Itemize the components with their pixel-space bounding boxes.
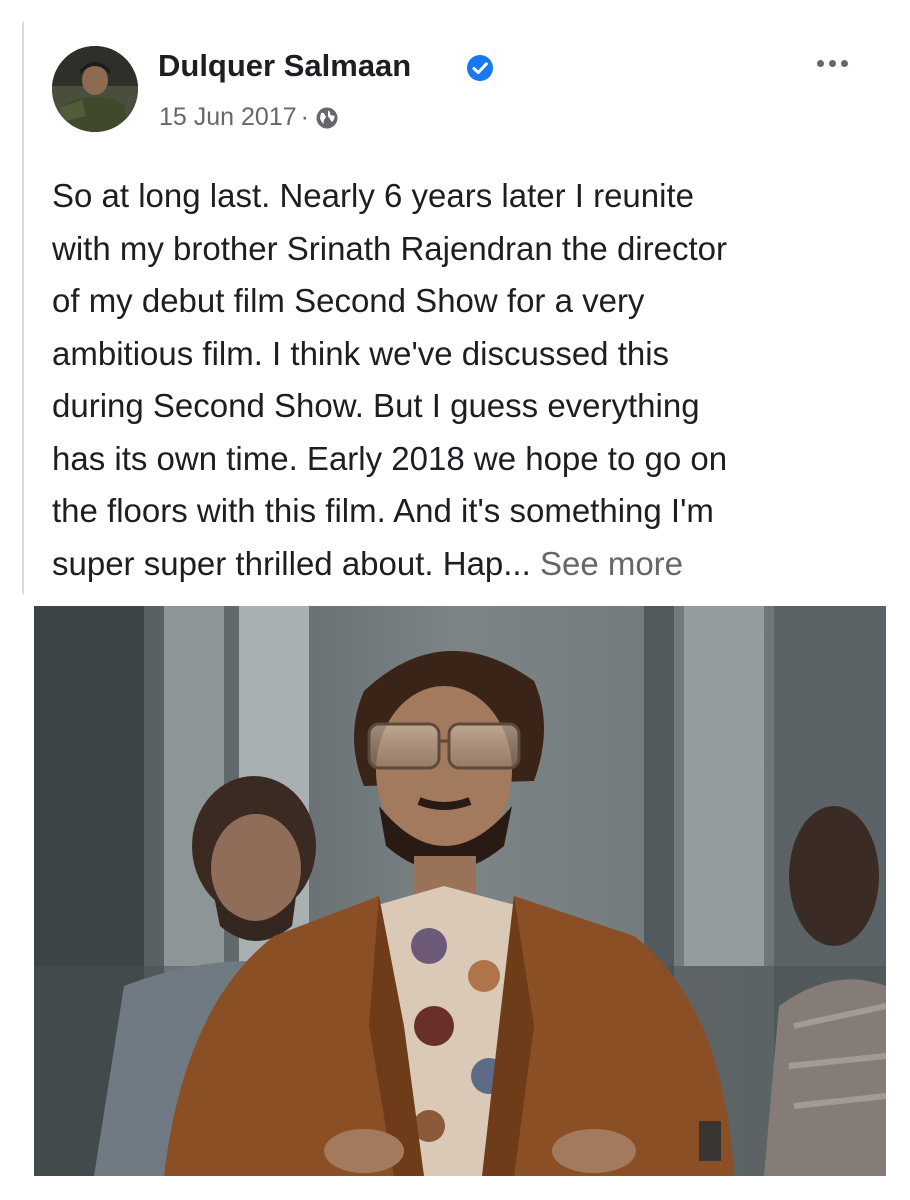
- author-avatar[interactable]: [52, 46, 138, 132]
- globe-icon[interactable]: [315, 106, 339, 130]
- more-options-icon[interactable]: [808, 50, 856, 76]
- meta-separator: ·: [300, 103, 309, 131]
- verified-badge-icon: [467, 55, 493, 81]
- post-body: So at long last. Nearly 6 years later I …: [52, 177, 728, 582]
- post-date[interactable]: 15 Jun 2017: [159, 103, 297, 132]
- post-meta: 15 Jun 2017 ·: [159, 103, 339, 132]
- see-more-link[interactable]: See more: [540, 545, 683, 582]
- post-text: So at long last. Nearly 6 years later I …: [52, 170, 882, 590]
- post-photo[interactable]: [34, 606, 886, 1176]
- card-left-border: [22, 22, 24, 594]
- post-card: Dulquer Salmaan 15 Jun 2017 · So at long…: [0, 0, 910, 600]
- author-name[interactable]: Dulquer Salmaan: [158, 48, 411, 84]
